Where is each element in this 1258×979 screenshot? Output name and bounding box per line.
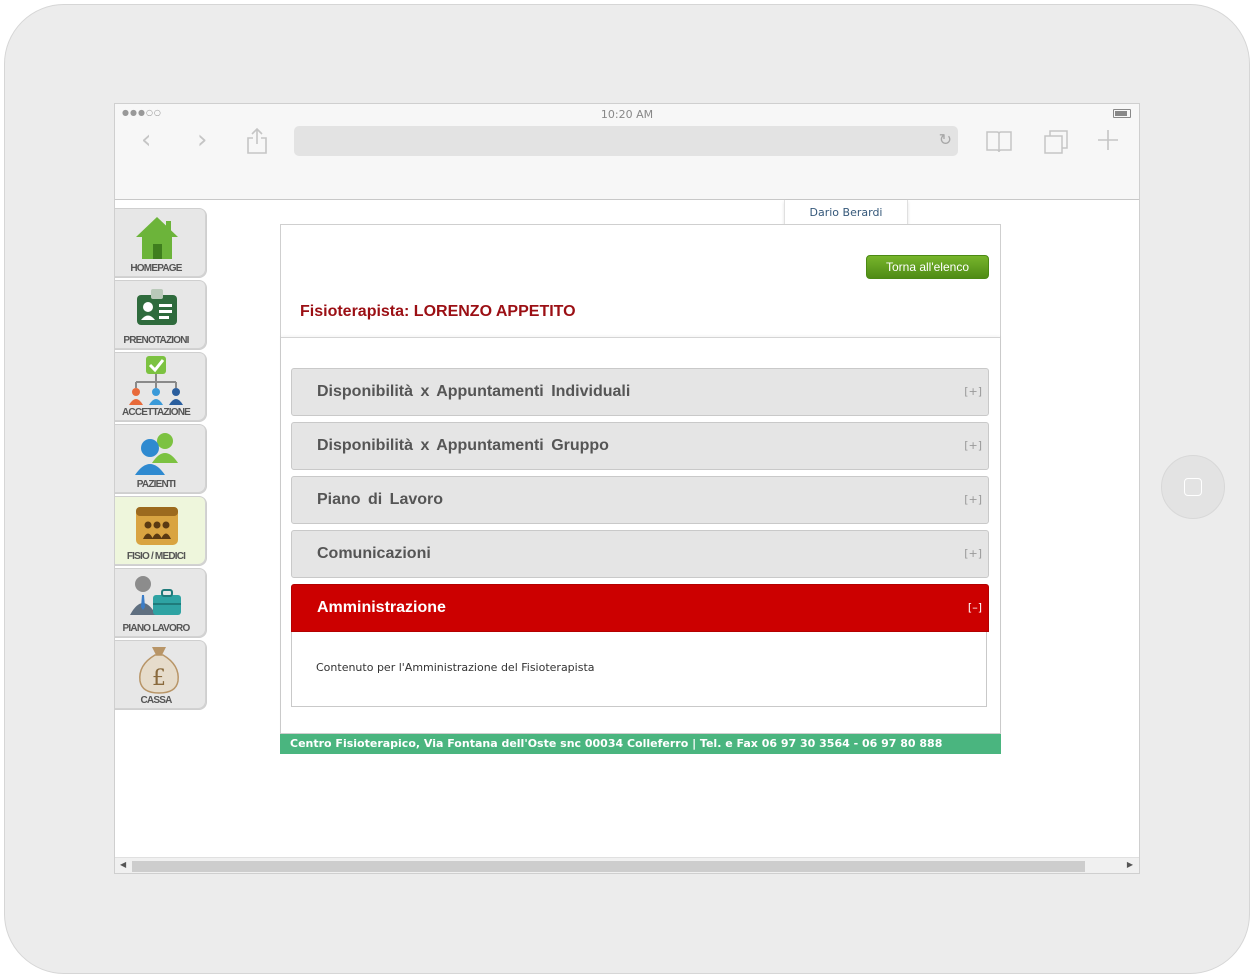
footer: Centro Fisioterapico, Via Fontana dell'O… (280, 734, 1001, 754)
main-panel: Torna all'elenco Fisioterapista: LORENZO… (280, 224, 1001, 734)
tabs-icon[interactable] (1043, 129, 1069, 161)
expand-toggle[interactable]: [+] (964, 369, 982, 415)
web-page: HOMEPAGE PRENOTAZIONI ACCETTAZIONE PAZIE… (115, 200, 1139, 860)
accordion-label: Disponibilità x Appuntamenti Individuali (317, 383, 631, 400)
bookmarks-icon[interactable] (985, 130, 1013, 160)
reload-icon[interactable]: ↻ (939, 130, 952, 149)
nav-label: PAZIENTI (136, 479, 176, 490)
back-arrow-icon[interactable]: ‹ (141, 126, 151, 154)
nav-label: ACCETTAZIONE (122, 407, 191, 418)
accordion-label: Comunicazioni (317, 545, 431, 562)
scrollbar-thumb[interactable] (132, 861, 1085, 872)
nav-label: PRENOTAZIONI (123, 335, 189, 346)
accordion: Disponibilità x Appuntamenti Individuali… (281, 337, 1000, 735)
briefcase-user-icon (130, 576, 181, 615)
nav-item-prenotazioni[interactable]: PRENOTAZIONI (115, 280, 207, 350)
org-chart-icon (129, 356, 183, 405)
accordion-header-piano-di-lavoro[interactable]: Piano di Lavoro [+] (291, 476, 989, 524)
new-tab-icon[interactable] (1096, 128, 1120, 158)
nav-item-pazienti[interactable]: PAZIENTI (115, 424, 207, 494)
home-square-icon (1184, 478, 1202, 496)
users-icon (135, 433, 178, 475)
expand-toggle[interactable]: [+] (964, 531, 982, 577)
forward-arrow-icon[interactable]: › (197, 126, 207, 154)
accordion-label: Disponibilità x Appuntamenti Gruppo (317, 437, 609, 454)
nav-item-piano-lavoro[interactable]: PIANO LAVORO (115, 568, 207, 638)
nav-item-accettazione[interactable]: ACCETTAZIONE (115, 352, 207, 422)
user-menu[interactable]: Dario Berardi (784, 200, 908, 227)
screen: ●●●○○ 10:20 AM ‹ › ↻ HOMEPAGE PRENOTAZIO… (114, 103, 1140, 874)
page-title: Fisioterapista: LORENZO APPETITO (300, 303, 576, 320)
horizontal-scrollbar[interactable]: ◀ ▶ (115, 857, 1139, 873)
back-to-list-button[interactable]: Torna all'elenco (866, 255, 989, 279)
collapse-toggle[interactable]: [–] (968, 585, 982, 631)
side-navigation: HOMEPAGE PRENOTAZIONI ACCETTAZIONE PAZIE… (115, 208, 207, 712)
accordion-header-amministrazione[interactable]: Amministrazione [–] (291, 584, 989, 632)
accordion-header-disponibilita-gruppo[interactable]: Disponibilità x Appuntamenti Gruppo [+] (291, 422, 989, 470)
battery-icon (1113, 109, 1131, 118)
home-button[interactable] (1161, 455, 1225, 519)
expand-toggle[interactable]: [+] (964, 423, 982, 469)
nav-label: FISIO / MEDICI (126, 551, 186, 562)
address-bar[interactable]: ↻ (294, 126, 958, 156)
share-icon[interactable] (246, 127, 268, 161)
scroll-right-icon[interactable]: ▶ (1127, 860, 1133, 869)
nav-item-fisio-medici[interactable]: FISIO / MEDICI (115, 496, 207, 566)
accordion-header-comunicazioni[interactable]: Comunicazioni [+] (291, 530, 989, 578)
nav-label: HOMEPAGE (130, 263, 182, 274)
accordion-content-amministrazione: Contenuto per l'Amministrazione del Fisi… (291, 632, 987, 707)
nav-item-cassa[interactable]: £ CASSA (115, 640, 207, 710)
status-time: 10:20 AM (600, 108, 654, 121)
scroll-left-icon[interactable]: ◀ (120, 860, 126, 869)
nav-label: PIANO LAVORO (122, 623, 191, 634)
accordion-header-disponibilita-individuali[interactable]: Disponibilità x Appuntamenti Individuali… (291, 368, 989, 416)
accordion-content-text: Contenuto per l'Amministrazione del Fisi… (316, 661, 595, 674)
calendar-staff-icon (136, 507, 178, 545)
nav-item-homepage[interactable]: HOMEPAGE (115, 208, 207, 278)
expand-toggle[interactable]: [+] (964, 477, 982, 523)
accordion-label: Piano di Lavoro (317, 491, 444, 508)
accordion-label: Amministrazione (317, 599, 446, 616)
svg-text:£: £ (152, 666, 166, 691)
money-bag-icon: £ (139, 647, 179, 694)
browser-chrome: ●●●○○ 10:20 AM ‹ › ↻ (115, 104, 1139, 200)
house-icon (136, 217, 178, 259)
id-card-icon (137, 289, 177, 325)
nav-label: CASSA (140, 695, 172, 706)
